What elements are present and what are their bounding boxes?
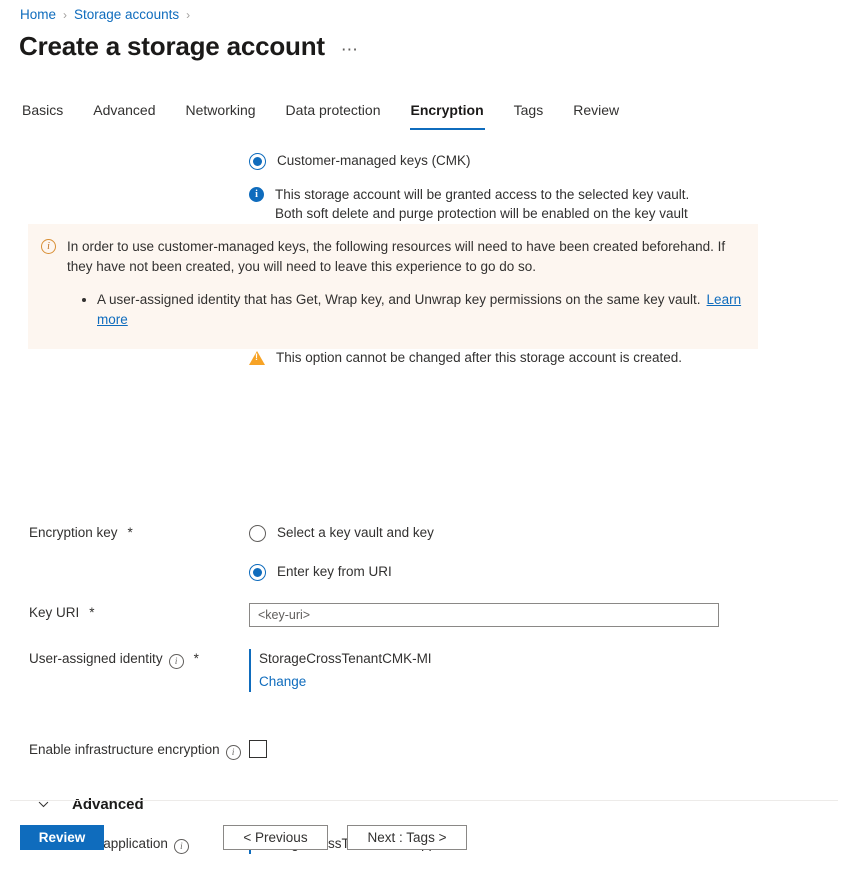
tab-basics[interactable]: Basics <box>20 98 78 130</box>
more-options-button[interactable]: ⋯ <box>339 40 361 60</box>
breadcrumb-item-storage-accounts[interactable]: Storage accounts <box>74 5 179 25</box>
advanced-section-title: Advanced <box>72 796 144 813</box>
key-uri-label: Key URI * <box>0 603 249 622</box>
encryption-key-required-mark: * <box>128 523 133 542</box>
user-assigned-identity-label: User-assigned identity i * <box>0 649 249 668</box>
radio-select-key-vault-and-key[interactable]: Select a key vault and key <box>249 523 841 543</box>
encryption-key-control: Select a key vault and key Enter key fro… <box>249 523 841 582</box>
page-title: Create a storage account <box>19 29 325 63</box>
breadcrumb-separator-icon: › <box>63 5 67 25</box>
tab-review[interactable]: Review <box>558 98 634 130</box>
radio-customer-managed-keys-label: Customer-managed keys (CMK) <box>277 151 471 171</box>
warning-triangle-icon <box>249 351 265 365</box>
radio-select-key-vault-and-key-label: Select a key vault and key <box>277 523 434 543</box>
radio-select-key-vault-and-key-indicator[interactable] <box>249 525 266 542</box>
tab-networking[interactable]: Networking <box>171 98 271 130</box>
row-key-uri: Key URI * <box>0 603 841 627</box>
review-button[interactable]: Review <box>20 825 104 850</box>
wizard-footer: Review < Previous Next : Tags > <box>0 825 841 879</box>
info-outline-icon: i <box>41 239 56 254</box>
key-uri-control <box>249 603 841 627</box>
row-user-assigned-identity: User-assigned identity i * StorageCrossT… <box>0 649 841 692</box>
advanced-section-header[interactable]: Advanced <box>0 796 841 813</box>
next-button[interactable]: Next : Tags > <box>347 825 467 850</box>
breadcrumb-separator-icon: › <box>186 5 190 25</box>
cmk-support-warning-text: This option cannot be changed after this… <box>276 348 682 367</box>
user-assigned-identity-label-text: User-assigned identity <box>29 649 163 668</box>
cmk-support-warning: This option cannot be changed after this… <box>249 348 841 367</box>
infrastructure-encryption-label-text: Enable infrastructure encryption <box>29 740 220 759</box>
breadcrumb: Home › Storage accounts › <box>20 5 190 25</box>
tab-tags[interactable]: Tags <box>499 98 559 130</box>
prerequisites-banner-body: In order to use customer-managed keys, t… <box>67 237 743 329</box>
breadcrumb-item-home[interactable]: Home <box>20 5 56 25</box>
info-outline-icon[interactable]: i <box>169 654 184 669</box>
tab-data-protection[interactable]: Data protection <box>271 98 396 130</box>
previous-button[interactable]: < Previous <box>223 825 328 850</box>
row-infrastructure-encryption: Enable infrastructure encryption i <box>0 740 841 759</box>
prerequisites-banner-list: A user-assigned identity that has Get, W… <box>67 290 743 329</box>
prerequisites-banner-paragraph: In order to use customer-managed keys, t… <box>67 237 743 276</box>
wizard-tabs: Basics Advanced Networking Data protecti… <box>20 98 634 130</box>
encryption-key-label: Encryption key * <box>0 523 249 542</box>
tab-advanced[interactable]: Advanced <box>78 98 170 130</box>
key-uri-required-mark: * <box>89 603 94 622</box>
infrastructure-encryption-label: Enable infrastructure encryption i <box>0 740 249 759</box>
prerequisites-bullet-text: A user-assigned identity that has Get, W… <box>97 292 701 307</box>
radio-enter-key-from-uri-label: Enter key from URI <box>277 562 392 582</box>
info-filled-icon: i <box>249 187 264 202</box>
key-uri-label-text: Key URI <box>29 603 79 622</box>
page-header: Create a storage account ⋯ <box>19 29 361 63</box>
radio-customer-managed-keys[interactable]: Customer-managed keys (CMK) <box>249 151 841 171</box>
row-encryption-key: Encryption key * Select a key vault and … <box>0 523 841 582</box>
user-assigned-identity-control: StorageCrossTenantCMK-MI Change <box>249 649 841 692</box>
key-uri-input[interactable] <box>249 603 719 627</box>
radio-customer-managed-keys-indicator[interactable] <box>249 153 266 170</box>
footer-divider <box>10 800 838 801</box>
change-identity-link[interactable]: Change <box>259 672 841 692</box>
infrastructure-encryption-control <box>249 740 841 758</box>
user-assigned-identity-value-group: StorageCrossTenantCMK-MI Change <box>249 649 841 692</box>
tab-encryption[interactable]: Encryption <box>396 98 499 130</box>
radio-enter-key-from-uri-indicator[interactable] <box>249 564 266 581</box>
prerequisites-banner: i In order to use customer-managed keys,… <box>28 224 758 349</box>
info-outline-icon[interactable]: i <box>226 745 241 760</box>
encryption-key-label-text: Encryption key <box>29 523 118 542</box>
user-assigned-identity-value: StorageCrossTenantCMK-MI <box>259 651 432 666</box>
user-assigned-identity-required-mark: * <box>194 649 199 668</box>
list-item: A user-assigned identity that has Get, W… <box>97 290 743 329</box>
infrastructure-encryption-checkbox[interactable] <box>249 740 267 758</box>
radio-enter-key-from-uri[interactable]: Enter key from URI <box>249 562 841 582</box>
